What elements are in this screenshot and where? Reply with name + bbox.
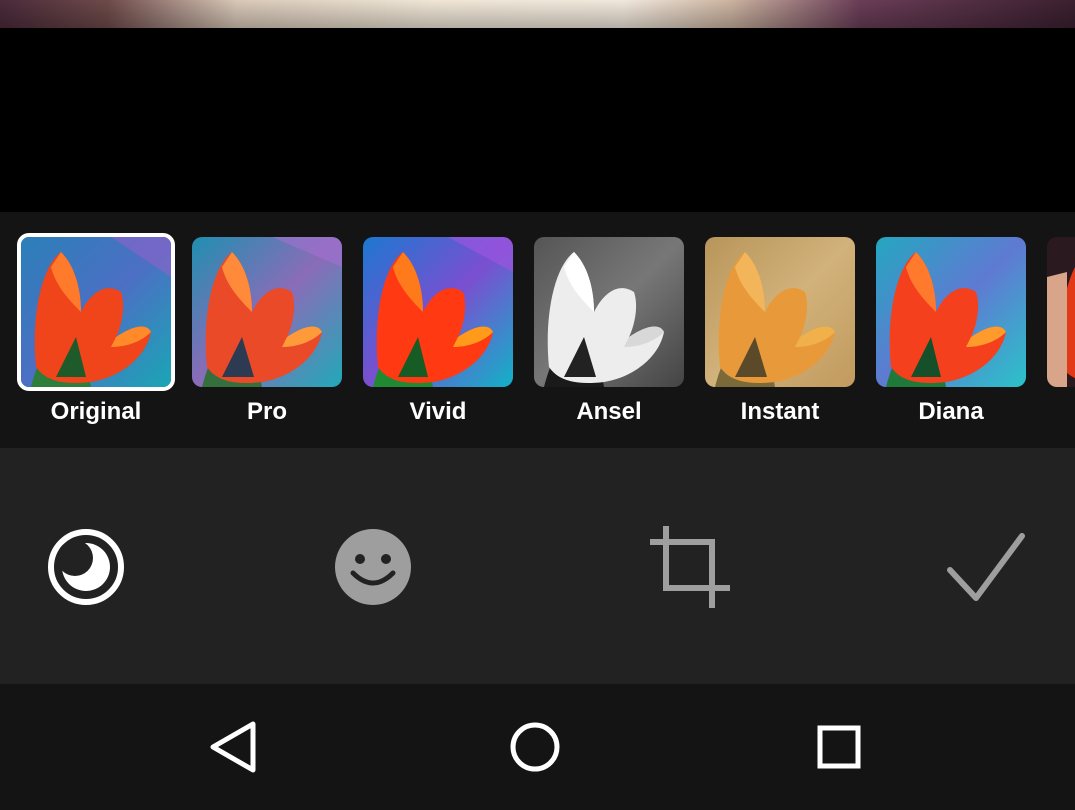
vignette-button[interactable] — [41, 522, 131, 612]
checkmark-icon — [947, 533, 1025, 601]
filter-strip[interactable]: Original Pro Vivid Ansel Instant Diana — [0, 212, 1075, 448]
filter-partial-thumbnail — [1047, 237, 1075, 387]
home-button[interactable] — [505, 720, 565, 774]
crop-icon — [650, 526, 730, 608]
filter-label: Ansel — [576, 398, 642, 425]
recents-button[interactable] — [809, 720, 869, 774]
recents-square-icon — [817, 725, 861, 769]
filter-instant-thumbnail — [705, 237, 855, 387]
filter-ansel-thumbnail — [534, 237, 684, 387]
filter-label: Diana — [918, 398, 984, 425]
crop-button[interactable] — [646, 522, 736, 612]
filter-label: Pro — [246, 398, 287, 425]
filter-label: Original — [50, 398, 142, 425]
photo-canvas — [0, 28, 1075, 212]
filter-vivid-thumbnail — [363, 237, 513, 387]
back-triangle-icon — [210, 721, 256, 773]
smiley-face-icon — [335, 529, 411, 605]
vignette-icon — [48, 529, 124, 605]
confirm-button[interactable] — [940, 522, 1030, 612]
system-nav-bar — [0, 684, 1075, 810]
stickers-button[interactable] — [328, 522, 418, 612]
filter-label: Instant — [740, 398, 820, 425]
home-circle-icon — [510, 722, 560, 772]
filter-original-thumbnail — [17, 233, 175, 391]
tool-bar — [0, 448, 1075, 684]
filter-label: Vivid — [409, 398, 467, 425]
filter-pro-thumbnail — [192, 237, 342, 387]
photo-preview — [0, 0, 1075, 28]
filter-diana-thumbnail — [876, 237, 1026, 387]
back-button[interactable] — [202, 720, 262, 774]
